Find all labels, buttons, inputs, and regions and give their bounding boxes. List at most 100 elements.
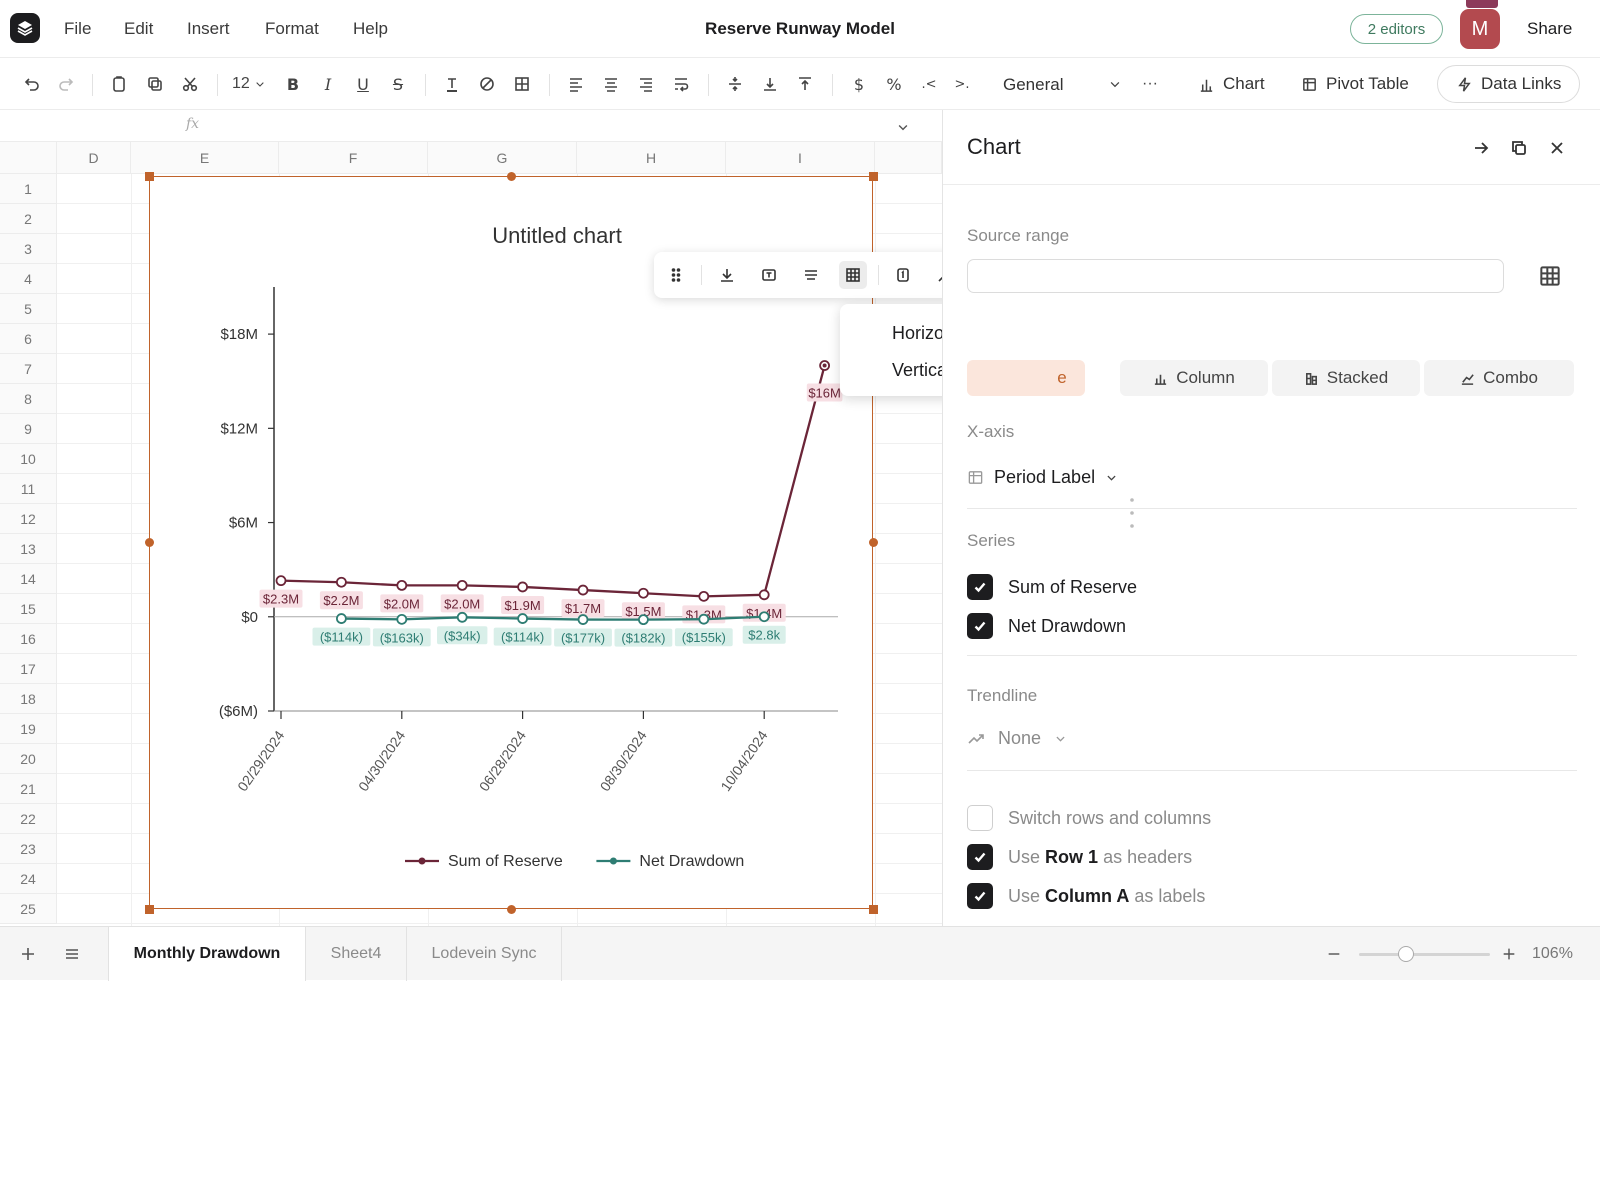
row-header[interactable]: 20 (0, 744, 57, 774)
source-range-input[interactable] (967, 259, 1504, 293)
clear-format-icon[interactable] (475, 72, 499, 96)
x-axis-select[interactable]: Period Label (967, 462, 1118, 492)
chevron-down-icon[interactable] (896, 120, 910, 134)
column-header[interactable]: H (577, 142, 726, 174)
redo-icon[interactable] (55, 72, 79, 96)
column-header[interactable]: G (428, 142, 577, 174)
close-icon[interactable] (1545, 136, 1569, 160)
sheet-list-icon[interactable] (63, 945, 81, 963)
increase-decimal-icon[interactable]: >. (950, 72, 974, 96)
text-box-icon[interactable] (755, 261, 783, 289)
cut-icon[interactable] (178, 72, 202, 96)
zoom-slider-thumb[interactable] (1398, 946, 1415, 962)
checkbox-checked[interactable] (967, 574, 993, 600)
row-header[interactable]: 2 (0, 204, 57, 234)
zoom-out-icon[interactable] (1326, 946, 1342, 962)
italic-icon[interactable]: I (316, 72, 340, 96)
row-header[interactable]: 12 (0, 504, 57, 534)
resize-grip-icon[interactable] (1128, 496, 1136, 534)
wrap-text-icon[interactable] (669, 72, 693, 96)
sheet-tab-monthly-drawdown[interactable]: Monthly Drawdown (108, 927, 306, 981)
text-color-icon[interactable] (440, 72, 464, 96)
row-header[interactable]: 19 (0, 714, 57, 744)
column-header[interactable]: D (57, 142, 131, 174)
column-header[interactable] (875, 142, 942, 174)
column-header[interactable]: E (131, 142, 279, 174)
arrow-right-icon[interactable] (1469, 136, 1493, 160)
legend-position-icon[interactable] (797, 261, 825, 289)
undo-icon[interactable] (19, 72, 43, 96)
formula-bar[interactable]: fx (0, 110, 942, 142)
data-labels-icon[interactable] (889, 261, 917, 289)
resize-handle[interactable] (868, 904, 878, 914)
share-button[interactable]: Share (1527, 19, 1572, 39)
more-icon[interactable]: ··· (1138, 72, 1162, 96)
valign-middle-icon[interactable] (723, 72, 747, 96)
row-header[interactable]: 8 (0, 384, 57, 414)
use-row-headers-option[interactable]: Use Row 1 as headers (967, 843, 1192, 871)
currency-icon[interactable]: $ (847, 72, 871, 96)
resize-handle[interactable] (144, 171, 154, 181)
zoom-in-icon[interactable] (1501, 946, 1517, 962)
font-size-select[interactable]: 12 (232, 72, 272, 96)
row-header[interactable]: 22 (0, 804, 57, 834)
grid-corner[interactable] (0, 142, 57, 174)
chart-button[interactable]: Chart (1188, 65, 1275, 103)
drag-handle-icon[interactable] (662, 261, 690, 289)
row-header[interactable]: 16 (0, 624, 57, 654)
valign-top-icon[interactable] (793, 72, 817, 96)
row-header[interactable]: 23 (0, 834, 57, 864)
chart-type-line-button[interactable]: e (967, 360, 1085, 396)
chart-type-combo-button[interactable]: Combo (1424, 360, 1574, 396)
menu-format[interactable]: Format (265, 19, 319, 39)
table-grid-icon[interactable] (1538, 264, 1562, 288)
row-header[interactable]: 14 (0, 564, 57, 594)
add-sheet-icon[interactable] (19, 945, 37, 963)
row-header[interactable]: 13 (0, 534, 57, 564)
align-left-icon[interactable] (564, 72, 588, 96)
menu-insert[interactable]: Insert (187, 19, 230, 39)
copy-icon[interactable] (143, 72, 167, 96)
menu-help[interactable]: Help (353, 19, 388, 39)
align-center-icon[interactable] (599, 72, 623, 96)
borders-icon[interactable] (510, 72, 534, 96)
duplicate-icon[interactable] (1507, 136, 1531, 160)
zoom-slider[interactable] (1359, 946, 1490, 962)
row-header[interactable]: 6 (0, 324, 57, 354)
align-right-icon[interactable] (634, 72, 658, 96)
sheet-tab-lodevein-sync[interactable]: Lodevein Sync (407, 927, 562, 981)
row-header[interactable]: 21 (0, 774, 57, 804)
chevron-down-icon[interactable] (1103, 72, 1127, 96)
row-header[interactable]: 4 (0, 264, 57, 294)
trendline-select[interactable]: None (967, 724, 1067, 752)
resize-handle[interactable] (144, 904, 154, 914)
series-item-net-drawdown[interactable]: Net Drawdown (967, 612, 1126, 640)
menu-file[interactable]: File (64, 19, 91, 39)
chart-type-column-button[interactable]: Column (1120, 360, 1268, 396)
checkbox-checked[interactable] (967, 844, 993, 870)
sheet-tab-sheet4[interactable]: Sheet4 (306, 927, 407, 981)
row-header[interactable]: 24 (0, 864, 57, 894)
row-header[interactable]: 7 (0, 354, 57, 384)
resize-handle[interactable] (506, 904, 516, 914)
decrease-decimal-icon[interactable]: .< (917, 72, 941, 96)
column-header[interactable]: I (726, 142, 875, 174)
row-header[interactable]: 11 (0, 474, 57, 504)
resize-handle[interactable] (868, 538, 878, 547)
menu-edit[interactable]: Edit (124, 19, 153, 39)
resize-handle[interactable] (506, 171, 516, 181)
row-header[interactable]: 17 (0, 654, 57, 684)
editors-badge[interactable]: 2 editors (1350, 14, 1443, 44)
row-header[interactable]: 3 (0, 234, 57, 264)
checkbox-unchecked[interactable] (967, 805, 993, 831)
row-header[interactable]: 10 (0, 444, 57, 474)
row-header[interactable]: 25 (0, 894, 57, 924)
resize-handle[interactable] (868, 171, 878, 181)
checkbox-checked[interactable] (967, 883, 993, 909)
chart-type-stacked-button[interactable]: Stacked (1272, 360, 1420, 396)
series-item-sum-of-reserve[interactable]: Sum of Reserve (967, 573, 1137, 601)
use-column-labels-option[interactable]: Use Column A as labels (967, 882, 1205, 910)
switch-rows-columns-option[interactable]: Switch rows and columns (967, 804, 1211, 832)
document-title[interactable]: Reserve Runway Model (600, 19, 1000, 39)
resize-handle[interactable] (144, 538, 154, 547)
